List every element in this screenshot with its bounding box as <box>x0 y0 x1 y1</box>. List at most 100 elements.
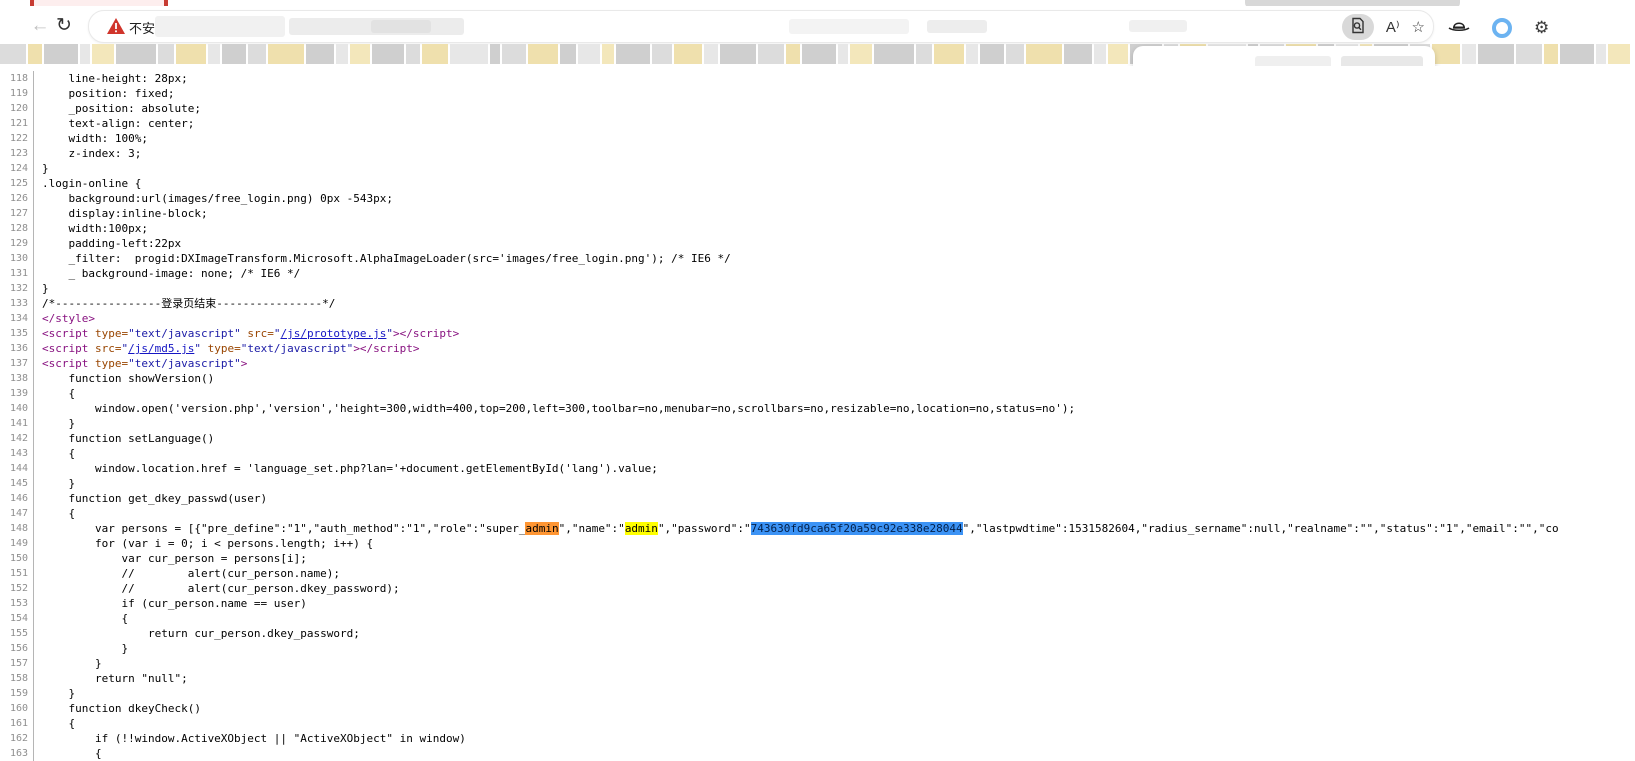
code-segment: function dkeyCheck() <box>42 702 201 715</box>
code-text: _filter: progid:DXImageTransform.Microso… <box>34 251 731 266</box>
code-text: { <box>34 446 75 461</box>
blurred-bookmark <box>422 44 448 64</box>
favorites-star-button[interactable]: ☆ <box>1412 18 1425 36</box>
code-segment: function showVersion() <box>42 372 214 385</box>
browser-settings-button[interactable]: ⚙ <box>1534 18 1549 38</box>
code-segment: "text/javascript" <box>128 327 241 340</box>
code-line: 162 if (!!window.ActiveXObject || "Activ… <box>0 731 1635 746</box>
code-segment: "text/javascript" <box>241 342 354 355</box>
code-segment: function get_dkey_passwd(user) <box>42 492 267 505</box>
security-warning-icon[interactable] <box>107 18 125 34</box>
blurred-bookmark <box>916 44 932 64</box>
code-segment: ","lastpwdtime":1531582604,"radius_serna… <box>963 522 1559 535</box>
code-segment: { <box>42 717 75 730</box>
blurred-bookmark <box>208 44 220 64</box>
code-segment: // alert(cur_person.name); <box>42 567 340 580</box>
code-segment: return cur_person.dkey_password; <box>42 627 360 640</box>
code-line: 146 function get_dkey_passwd(user) <box>0 491 1635 506</box>
code-segment: for (var i = 0; i < persons.length; i++)… <box>42 537 373 550</box>
code-segment: background:url(images/free_login.png) 0p… <box>42 192 393 205</box>
code-segment: padding-left:22px <box>42 237 181 250</box>
blurred-bookmark <box>720 44 756 64</box>
code-line: 126 background:url(images/free_login.png… <box>0 191 1635 206</box>
blurred-bookmark <box>80 44 90 64</box>
code-line: 142 function setLanguage() <box>0 431 1635 446</box>
line-number: 147 <box>0 506 34 521</box>
code-segment: display:inline-block; <box>42 207 208 220</box>
line-number: 160 <box>0 701 34 716</box>
code-text: display:inline-block; <box>34 206 208 221</box>
code-text: // alert(cur_person.dkey_password); <box>34 581 400 596</box>
code-line: 145 } <box>0 476 1635 491</box>
code-segment: ></script> <box>393 327 459 340</box>
code-line: 136<script src="/js/md5.js" type="text/j… <box>0 341 1635 356</box>
blurred-bookmark <box>802 44 836 64</box>
code-segment: <script <box>42 357 88 370</box>
code-text: _position: absolute; <box>34 101 201 116</box>
code-line: 121 text-align: center; <box>0 116 1635 131</box>
refresh-button[interactable]: ↻ <box>52 14 76 38</box>
blurred-bookmark <box>1432 44 1460 64</box>
code-line: 137<script type="text/javascript"> <box>0 356 1635 371</box>
code-line: 120 _position: absolute; <box>0 101 1635 116</box>
code-text: // alert(cur_person.name); <box>34 566 340 581</box>
blurred-bookmark <box>502 44 526 64</box>
code-line: 130 _filter: progid:DXImageTransform.Mic… <box>0 251 1635 266</box>
code-segment: { <box>42 447 75 460</box>
code-segment: position: fixed; <box>42 87 174 100</box>
code-line: 125.login-online { <box>0 176 1635 191</box>
view-source-content: 118 line-height: 28px;119 position: fixe… <box>0 66 1635 761</box>
blurred-bookmark <box>786 44 800 64</box>
blurred-bookmark <box>306 44 334 64</box>
code-text: { <box>34 611 128 626</box>
line-number: 129 <box>0 236 34 251</box>
line-number: 161 <box>0 716 34 731</box>
code-line: 132} <box>0 281 1635 296</box>
hat-icon <box>1448 20 1470 37</box>
find-match: admin <box>625 522 658 535</box>
code-segment: width:100px; <box>42 222 148 235</box>
code-text: width:100px; <box>34 221 148 236</box>
blurred-bookmark <box>158 44 174 64</box>
line-number: 150 <box>0 551 34 566</box>
back-button[interactable]: ← <box>28 14 52 38</box>
code-segment: { <box>42 507 75 520</box>
code-text: function showVersion() <box>34 371 214 386</box>
code-segment: } <box>42 477 75 490</box>
code-segment: } <box>42 282 49 295</box>
hat-extension-button[interactable] <box>1448 19 1470 37</box>
code-text: function setLanguage() <box>34 431 214 446</box>
find-on-page-button[interactable] <box>1342 14 1374 40</box>
code-line: 135<script type="text/javascript" src="/… <box>0 326 1635 341</box>
code-text: } <box>34 656 102 671</box>
address-bar[interactable]: 不安 A⁾ ☆ <box>88 10 1434 43</box>
source-link[interactable]: /js/prototype.js <box>280 327 386 340</box>
blurred-bookmark <box>450 44 488 64</box>
ring-extension-button[interactable] <box>1492 18 1512 38</box>
security-label: 不安 <box>129 18 155 37</box>
code-text: } <box>34 641 128 656</box>
code-text: for (var i = 0; i < persons.length; i++)… <box>34 536 373 551</box>
code-line: 147 { <box>0 506 1635 521</box>
code-segment: _position: absolute; <box>42 102 201 115</box>
blurred-bookmark <box>1478 44 1514 64</box>
code-line: 149 for (var i = 0; i < persons.length; … <box>0 536 1635 551</box>
code-line: 140 window.open('version.php','version',… <box>0 401 1635 416</box>
code-segment: src= <box>88 342 121 355</box>
blurred-bookmark <box>850 44 872 64</box>
code-text: line-height: 28px; <box>34 71 188 86</box>
code-text: { <box>34 746 102 761</box>
code-segment: <script <box>42 327 88 340</box>
code-segment: } <box>42 657 102 670</box>
read-aloud-button[interactable]: A⁾ <box>1386 18 1400 36</box>
line-number: 139 <box>0 386 34 401</box>
blurred-bookmark <box>560 44 576 64</box>
code-text: <script src="/js/md5.js" type="text/java… <box>34 341 420 356</box>
line-number: 158 <box>0 671 34 686</box>
source-link[interactable]: /js/md5.js <box>128 342 194 355</box>
line-number: 151 <box>0 566 34 581</box>
code-line: 139 { <box>0 386 1635 401</box>
blurred-bookmark <box>1544 44 1558 64</box>
code-text: return cur_person.dkey_password; <box>34 626 360 641</box>
blurred-bookmark <box>674 44 702 64</box>
